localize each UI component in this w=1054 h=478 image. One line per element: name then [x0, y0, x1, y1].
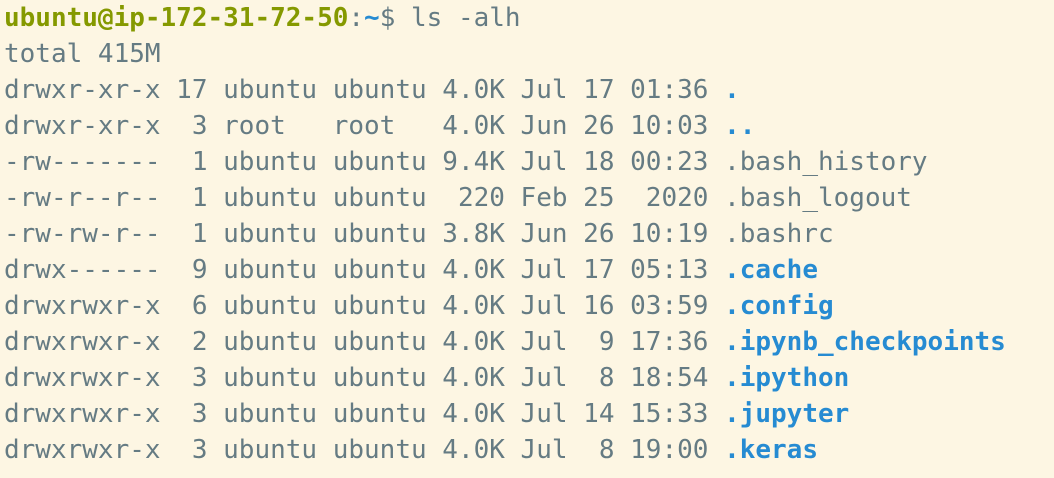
file-name: .bash_history	[724, 147, 928, 177]
entry-meta: drwxr-xr-x 17 ubuntu ubuntu 4.0K Jul 17 …	[4, 75, 725, 105]
prompt-symbol: $	[379, 3, 411, 33]
command-text: ls -alh	[411, 3, 521, 33]
entry-meta: -rw------- 1 ubuntu ubuntu 9.4K Jul 18 0…	[4, 147, 725, 177]
directory-name: ..	[724, 111, 756, 141]
listing-row: drwxr-xr-x 17 ubuntu ubuntu 4.0K Jul 17 …	[4, 72, 1006, 108]
listing-row: drwxr-xr-x 3 root root 4.0K Jun 26 10:03…	[4, 108, 1006, 144]
entry-meta: drwxrwxr-x 3 ubuntu ubuntu 4.0K Jul 8 18…	[4, 363, 725, 393]
terminal-window[interactable]: ubuntu@ip-172-31-72-50:~$ ls -alh total …	[0, 0, 1054, 478]
prompt-separator: :	[348, 3, 365, 33]
prompt-user-host: ubuntu@ip-172-31-72-50	[4, 3, 349, 33]
directory-name: .ipython	[724, 363, 850, 393]
listing-row: drwxrwxr-x 2 ubuntu ubuntu 4.0K Jul 9 17…	[4, 324, 1006, 360]
directory-name: .keras	[724, 435, 818, 465]
total-line: total 415M	[4, 39, 161, 69]
prompt-path: ~	[364, 3, 380, 33]
listing-row: drwxrwxr-x 3 ubuntu ubuntu 4.0K Jul 14 1…	[4, 396, 1006, 432]
entry-meta: drwxr-xr-x 3 root root 4.0K Jun 26 10:03	[4, 111, 725, 141]
listing-row: drwxrwxr-x 3 ubuntu ubuntu 4.0K Jul 8 19…	[4, 432, 1006, 468]
listing-row: -rw------- 1 ubuntu ubuntu 9.4K Jul 18 0…	[4, 144, 1006, 180]
entry-meta: -rw-rw-r-- 1 ubuntu ubuntu 3.8K Jun 26 1…	[4, 219, 725, 249]
directory-name: .config	[724, 291, 834, 321]
directory-name: .	[724, 75, 740, 105]
terminal-output: ubuntu@ip-172-31-72-50:~$ ls -alh total …	[4, 0, 1006, 468]
listing-row: drwxrwxr-x 3 ubuntu ubuntu 4.0K Jul 8 18…	[4, 360, 1006, 396]
listing-row: drwxrwxr-x 6 ubuntu ubuntu 4.0K Jul 16 0…	[4, 288, 1006, 324]
directory-name: .ipynb_checkpoints	[724, 327, 1006, 357]
file-name: .bash_logout	[724, 183, 912, 213]
listing-row: -rw-r--r-- 1 ubuntu ubuntu 220 Feb 25 20…	[4, 180, 1006, 216]
directory-name: .jupyter	[724, 399, 850, 429]
entry-meta: drwxrwxr-x 3 ubuntu ubuntu 4.0K Jul 14 1…	[4, 399, 725, 429]
file-name: .bashrc	[724, 219, 834, 249]
command-prompt-line: ubuntu@ip-172-31-72-50:~$ ls -alh	[4, 0, 1006, 36]
entry-meta: drwx------ 9 ubuntu ubuntu 4.0K Jul 17 0…	[4, 255, 725, 285]
entry-meta: -rw-r--r-- 1 ubuntu ubuntu 220 Feb 25 20…	[4, 183, 725, 213]
listing-row: -rw-rw-r-- 1 ubuntu ubuntu 3.8K Jun 26 1…	[4, 216, 1006, 252]
entry-meta: drwxrwxr-x 6 ubuntu ubuntu 4.0K Jul 16 0…	[4, 291, 725, 321]
directory-name: .cache	[724, 255, 818, 285]
entry-meta: drwxrwxr-x 3 ubuntu ubuntu 4.0K Jul 8 19…	[4, 435, 725, 465]
listing-row: drwx------ 9 ubuntu ubuntu 4.0K Jul 17 0…	[4, 252, 1006, 288]
entry-meta: drwxrwxr-x 2 ubuntu ubuntu 4.0K Jul 9 17…	[4, 327, 725, 357]
